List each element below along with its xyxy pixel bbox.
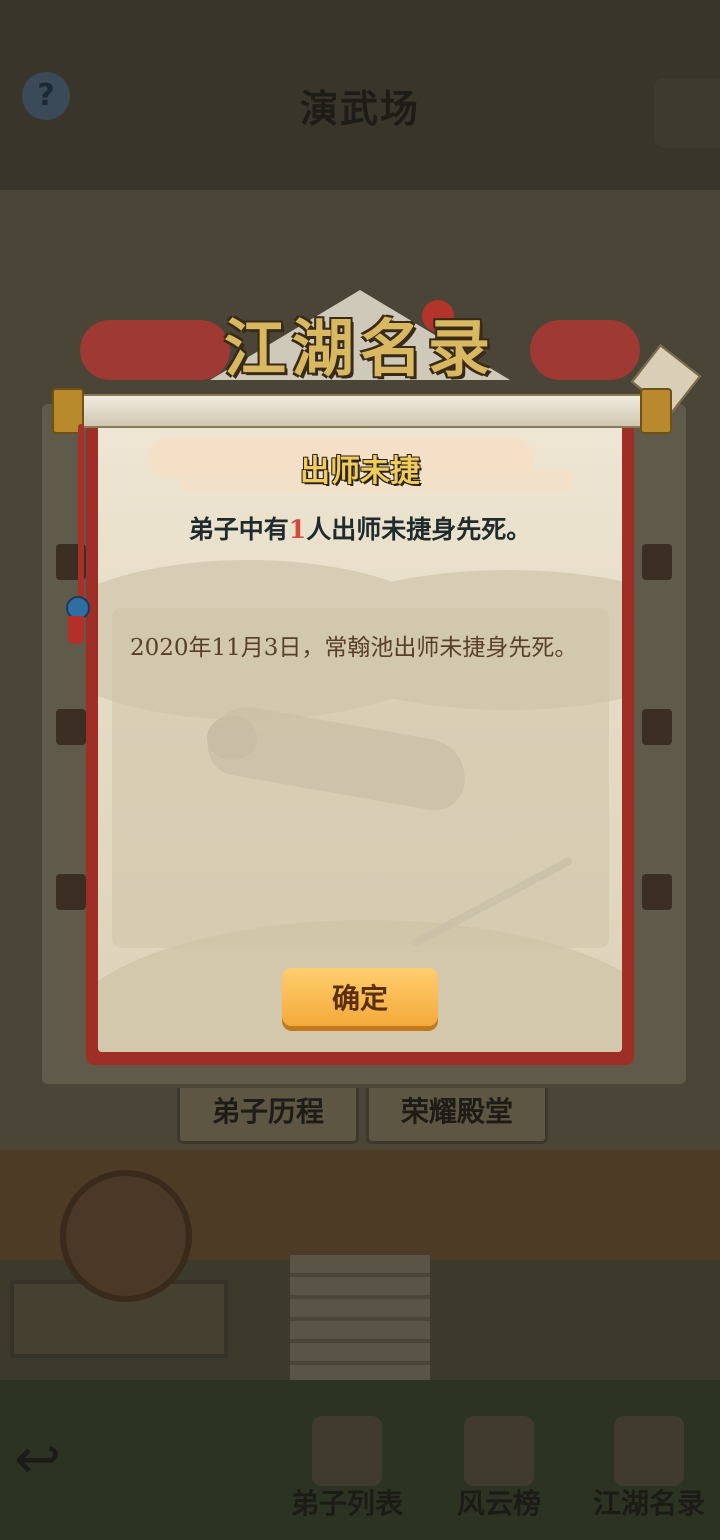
rod-cap — [640, 388, 672, 434]
fallen-disciple-illustration — [202, 700, 472, 816]
book-icon — [614, 1416, 684, 1486]
tab-disciple-history[interactable]: 弟子历程 — [177, 1080, 359, 1144]
background-stairs — [290, 1255, 430, 1395]
confirm-button[interactable]: 确定 — [282, 968, 438, 1026]
bottom-nav: ↩ 弟子列表 风云榜 江湖名录 — [0, 1400, 720, 1540]
summary-prefix: 弟子中有 — [188, 515, 289, 544]
drum-icon — [60, 1170, 192, 1302]
nav-label: 江湖名录 — [592, 1487, 705, 1520]
nav-ranking[interactable]: 风云榜 — [434, 1410, 564, 1530]
nav-disciple-list[interactable]: 弟子列表 — [282, 1410, 412, 1530]
shelf — [642, 709, 672, 745]
shelf — [56, 874, 86, 910]
disciple-avatar-icon — [312, 1416, 382, 1486]
scroll-icon — [464, 1416, 534, 1486]
record-list: 2020年11月3日，常翰池出师未捷身先死。 — [112, 608, 609, 948]
page-title: 演武场 — [299, 86, 420, 131]
modal-title: 出师未捷 — [300, 454, 420, 489]
jianghu-banner: 江湖名录 — [60, 280, 660, 390]
tassel-icon — [68, 616, 84, 644]
nav-jianghu-records[interactable]: 江湖名录 — [584, 1410, 714, 1530]
nav-label: 风云榜 — [456, 1487, 541, 1520]
record-entry: 2020年11月3日，常翰池出师未捷身先死。 — [130, 635, 578, 661]
summary-text: 弟子中有1人出师未捷身先死。 — [0, 510, 720, 546]
tab-hall-of-honor[interactable]: 荣耀殿堂 — [366, 1080, 548, 1144]
scroll-rod — [60, 394, 664, 428]
shelf — [56, 709, 86, 745]
menu-icon[interactable] — [654, 78, 720, 148]
nav-label: 弟子列表 — [290, 1487, 403, 1520]
top-bar: ? 演武场 — [0, 58, 720, 148]
sword-icon — [410, 856, 574, 948]
shelf — [642, 544, 672, 580]
back-arrow-icon[interactable]: ↩ — [14, 1430, 84, 1490]
summary-suffix: 人出师未捷身先死。 — [306, 515, 532, 544]
death-count: 1 — [288, 515, 307, 544]
shelf — [642, 874, 672, 910]
banner-title: 江湖名录 — [223, 312, 496, 385]
